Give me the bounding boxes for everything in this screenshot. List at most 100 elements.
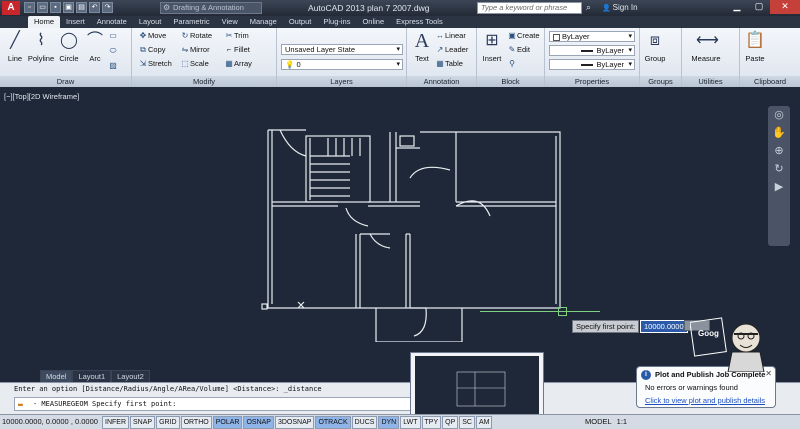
coordinates-display[interactable]: 10000.0000, 0.0000 , 0.0000 [2,417,98,426]
plot-icon[interactable]: ▤ [76,2,87,13]
layers-panel-title[interactable]: Layers [277,76,406,87]
modify-panel-title[interactable]: Modify [132,76,276,87]
tab-annotate[interactable]: Annotate [91,16,133,28]
tab-home[interactable]: Home [28,16,61,28]
tab-layout[interactable]: Layout [133,16,168,28]
fillet-button[interactable]: ⌐ Fillet [224,45,250,55]
layer-state-dropdown[interactable]: Unsaved Layer State [281,44,403,55]
new-icon[interactable]: ▫ [24,2,35,13]
linear-button[interactable]: ↔Linear [435,31,466,41]
toggle-ducs[interactable]: DUCS [351,416,378,429]
toggle-lwt[interactable]: LWT [400,416,421,429]
toggle-grid[interactable]: GRID [156,416,180,429]
tab-layout1[interactable]: Layout1 [72,370,112,382]
annotation-panel-title[interactable]: Annotation [407,76,476,87]
toggle-osnap[interactable]: OSNAP [243,416,274,429]
ellipse-button[interactable]: ⬭ [108,46,118,56]
save-as-icon[interactable]: ▣ [63,2,74,13]
group-button[interactable]: ⧈ Group [642,30,668,63]
move-button[interactable]: ✥ Move [138,31,167,41]
pan-icon[interactable]: ✋ [768,124,790,142]
redo-icon[interactable]: ↷ [102,2,113,13]
arc-button[interactable]: ⌒ Arc [82,30,108,63]
search-input[interactable]: Type a keyword or phrase [477,2,582,14]
toggle-ortho[interactable]: ORTHO [180,416,212,429]
application-menu-button[interactable]: A [2,1,20,15]
circle-button[interactable]: ◯ Circle [56,30,82,63]
tab-manage[interactable]: Manage [244,16,283,28]
layers-panel: Unsaved Layer State 💡 0 Layers [277,28,407,87]
scale-button[interactable]: ⬚Scale [180,59,209,69]
model-space-button[interactable]: MODEL [585,417,612,426]
toggle-dyn[interactable]: DYN [378,416,400,429]
view-details-link[interactable]: Click to view plot and publish details [645,396,765,405]
toggle-qp[interactable]: QP [442,416,459,429]
linetype-dropdown[interactable]: ByLayer [549,45,635,56]
leader-button[interactable]: ↗ Leader [435,45,469,55]
maximize-icon[interactable]: ▢ [748,0,770,14]
measure-button[interactable]: ⟷ Measure [686,30,726,63]
tab-online[interactable]: Online [356,16,390,28]
clipboard-panel-title[interactable]: Clipboard [740,76,800,87]
toggle-tpy[interactable]: TPY [421,416,442,429]
showmotion-icon[interactable]: ▶ [768,178,790,196]
toggle-3dosnap[interactable]: 3DOSNAP [274,416,315,429]
lineweight-dropdown[interactable]: ByLayer [549,59,635,70]
text-button[interactable]: A Text [409,30,435,63]
toggle-otrack[interactable]: OTRACK [315,416,351,429]
minimize-icon[interactable]: ▁ [726,0,748,14]
orbit-icon[interactable]: ↻ [768,160,790,178]
paste-button[interactable]: 📋 Paste [742,30,768,63]
steering-wheel-icon[interactable]: ◎ [768,106,790,124]
groups-panel-title[interactable]: Groups [640,76,681,87]
dynamic-input-field[interactable]: 10000.0000 [640,320,688,333]
mirror-button[interactable]: ⇋ Mirror [180,45,210,55]
toggle-sc[interactable]: SC [459,416,475,429]
close-icon[interactable]: ✕ [770,0,800,14]
rotate-button[interactable]: ↻ Rotate [180,31,212,41]
mirror-icon: ⇋ [181,45,189,54]
command-input[interactable]: ▬ - MEASUREGEOM Specify first point: [14,397,414,411]
tab-insert[interactable]: Insert [60,16,91,28]
line-button[interactable]: ╱ Line [2,30,28,63]
viewport-controls[interactable]: [−][Top][2D Wireframe] [4,92,79,101]
annotation-scale[interactable]: 1:1 [617,417,627,426]
block-panel-title[interactable]: Block [477,76,544,87]
tab-plugins[interactable]: Plug-ins [317,16,356,28]
toggle-infer[interactable]: INFER [102,416,129,429]
drawing-viewport[interactable]: [−][Top][2D Wireframe] Specify first poi… [0,88,800,370]
utilities-panel-title[interactable]: Utilities [682,76,739,87]
tab-parametric[interactable]: Parametric [167,16,215,28]
workspace-dropdown[interactable]: Drafting & Annotation [160,2,262,14]
zoom-icon[interactable]: ⊕ [768,142,790,160]
stretch-button[interactable]: ⇲ Stretch [138,59,172,69]
tab-view[interactable]: View [216,16,244,28]
binoculars-icon[interactable]: ⌕ [586,2,591,13]
tab-layout2[interactable]: Layout2 [111,370,150,382]
trim-button[interactable]: ✂ Trim [224,31,249,41]
toggle-polar[interactable]: POLAR [212,416,243,429]
tab-output[interactable]: Output [283,16,318,28]
table-button[interactable]: ▦Table [435,59,463,69]
tab-model[interactable]: Model [40,370,73,382]
edit-block-button[interactable]: ✎ Edit [507,45,530,55]
layer-dropdown[interactable]: 💡 0 [281,59,403,70]
sign-in-button[interactable]: Sign In [602,3,638,12]
hatch-button[interactable]: ▨ [108,61,118,71]
color-dropdown[interactable]: ByLayer [549,31,635,42]
rectangle-button[interactable]: ▭ [108,31,118,41]
toggle-am[interactable]: AM [475,416,493,429]
copy-button[interactable]: ⧉ Copy [138,45,165,55]
save-icon[interactable]: ▪ [50,2,61,13]
insert-button[interactable]: ⊞ Insert [479,30,505,63]
polyline-button[interactable]: ⌇ Polyline [26,30,56,63]
open-icon[interactable]: ▭ [37,2,48,13]
attribute-button[interactable]: ⚲ [507,59,517,69]
draw-panel-title[interactable]: Draw [0,76,131,87]
array-button[interactable]: ▦Array [224,59,252,69]
undo-icon[interactable]: ↶ [89,2,100,13]
create-block-button[interactable]: ▣Create [507,31,539,41]
toggle-snap[interactable]: SNAP [130,416,156,429]
properties-panel-title[interactable]: Properties [545,76,639,87]
tab-express-tools[interactable]: Express Tools [390,16,449,28]
